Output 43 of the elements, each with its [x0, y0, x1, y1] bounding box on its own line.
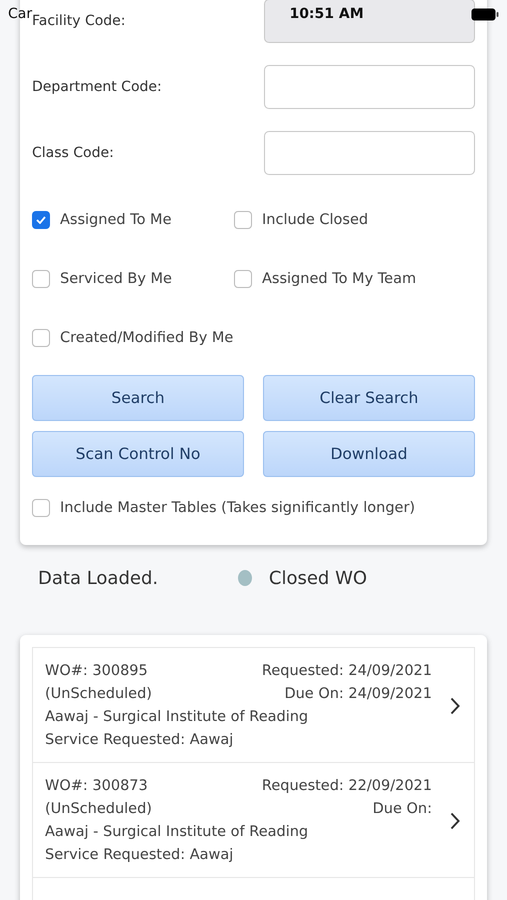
checkbox-label: Serviced By Me: [60, 270, 172, 286]
service-requested: Service Requested: Aawaj: [45, 731, 234, 750]
chevron-right-icon: [450, 697, 460, 715]
due-date: Due On:: [372, 800, 432, 819]
chevron-right-icon: [450, 812, 460, 830]
input-field[interactable]: [264, 131, 475, 175]
checkbox-label: Include Master Tables (Takes significantly longer): [60, 500, 416, 516]
checkbox[interactable]: [234, 210, 252, 228]
status-time: 10:51 AM: [289, 6, 364, 22]
field-label: Class Code:: [32, 145, 114, 161]
action-button[interactable]: Download: [263, 431, 475, 477]
checkbox-label: Include Closed: [262, 212, 368, 228]
due-date: Due On: 24/09/2021: [283, 685, 432, 704]
site-name: Aawaj - Surgical Institute of Reading: [45, 823, 310, 842]
requested-date: Requested: 24/09/2021: [260, 662, 432, 681]
check-icon: [36, 216, 46, 224]
checkbox-label: Assigned To Me: [60, 212, 172, 228]
legend-label: Closed WO: [268, 568, 368, 588]
field-label: Facility Code:: [32, 13, 126, 29]
checkbox-label: Assigned To My Team: [262, 270, 416, 286]
wo-number: WO#: 300895: [45, 662, 149, 681]
action-button[interactable]: Scan Control No: [32, 431, 244, 477]
checkbox[interactable]: [234, 270, 252, 288]
wo-number: WO#: 300873: [45, 777, 149, 796]
work-order-item[interactable]: WO#: 300873 Requested: 22/09/2021 (UnScheduled) Due On: Aawaj - Surgical Institute of Reading Service Requested: Aawaj: [32, 762, 475, 877]
wo-type: (UnScheduled): [45, 685, 152, 704]
wo-type: (UnScheduled): [45, 800, 152, 819]
action-button[interactable]: Search: [32, 375, 244, 421]
site-name: Aawaj - Surgical Institute of Reading: [45, 708, 310, 727]
service-requested: Service Requested: Aawaj: [45, 846, 234, 865]
work-order-item[interactable]: WO#: 300895 Requested: 24/09/2021 (UnScheduled) Due On: 24/09/2021 Aawaj - Surgical Institute of Reading Service Requested: Aawaj: [32, 647, 475, 762]
status-message: Data Loaded.: [38, 568, 160, 588]
requested-date: Requested: 22/09/2021: [260, 777, 432, 796]
action-button[interactable]: Clear Search: [263, 375, 475, 421]
checkbox[interactable]: [32, 499, 50, 517]
checkbox-label: Created/Modified By Me: [60, 330, 234, 346]
carrier-name: Car: [8, 6, 32, 22]
battery-icon: [471, 8, 499, 20]
checkbox[interactable]: [32, 210, 50, 228]
input-field[interactable]: [264, 65, 475, 109]
field-label: Department Code:: [32, 79, 162, 95]
checkbox[interactable]: [32, 328, 50, 346]
checkbox[interactable]: [32, 270, 50, 288]
